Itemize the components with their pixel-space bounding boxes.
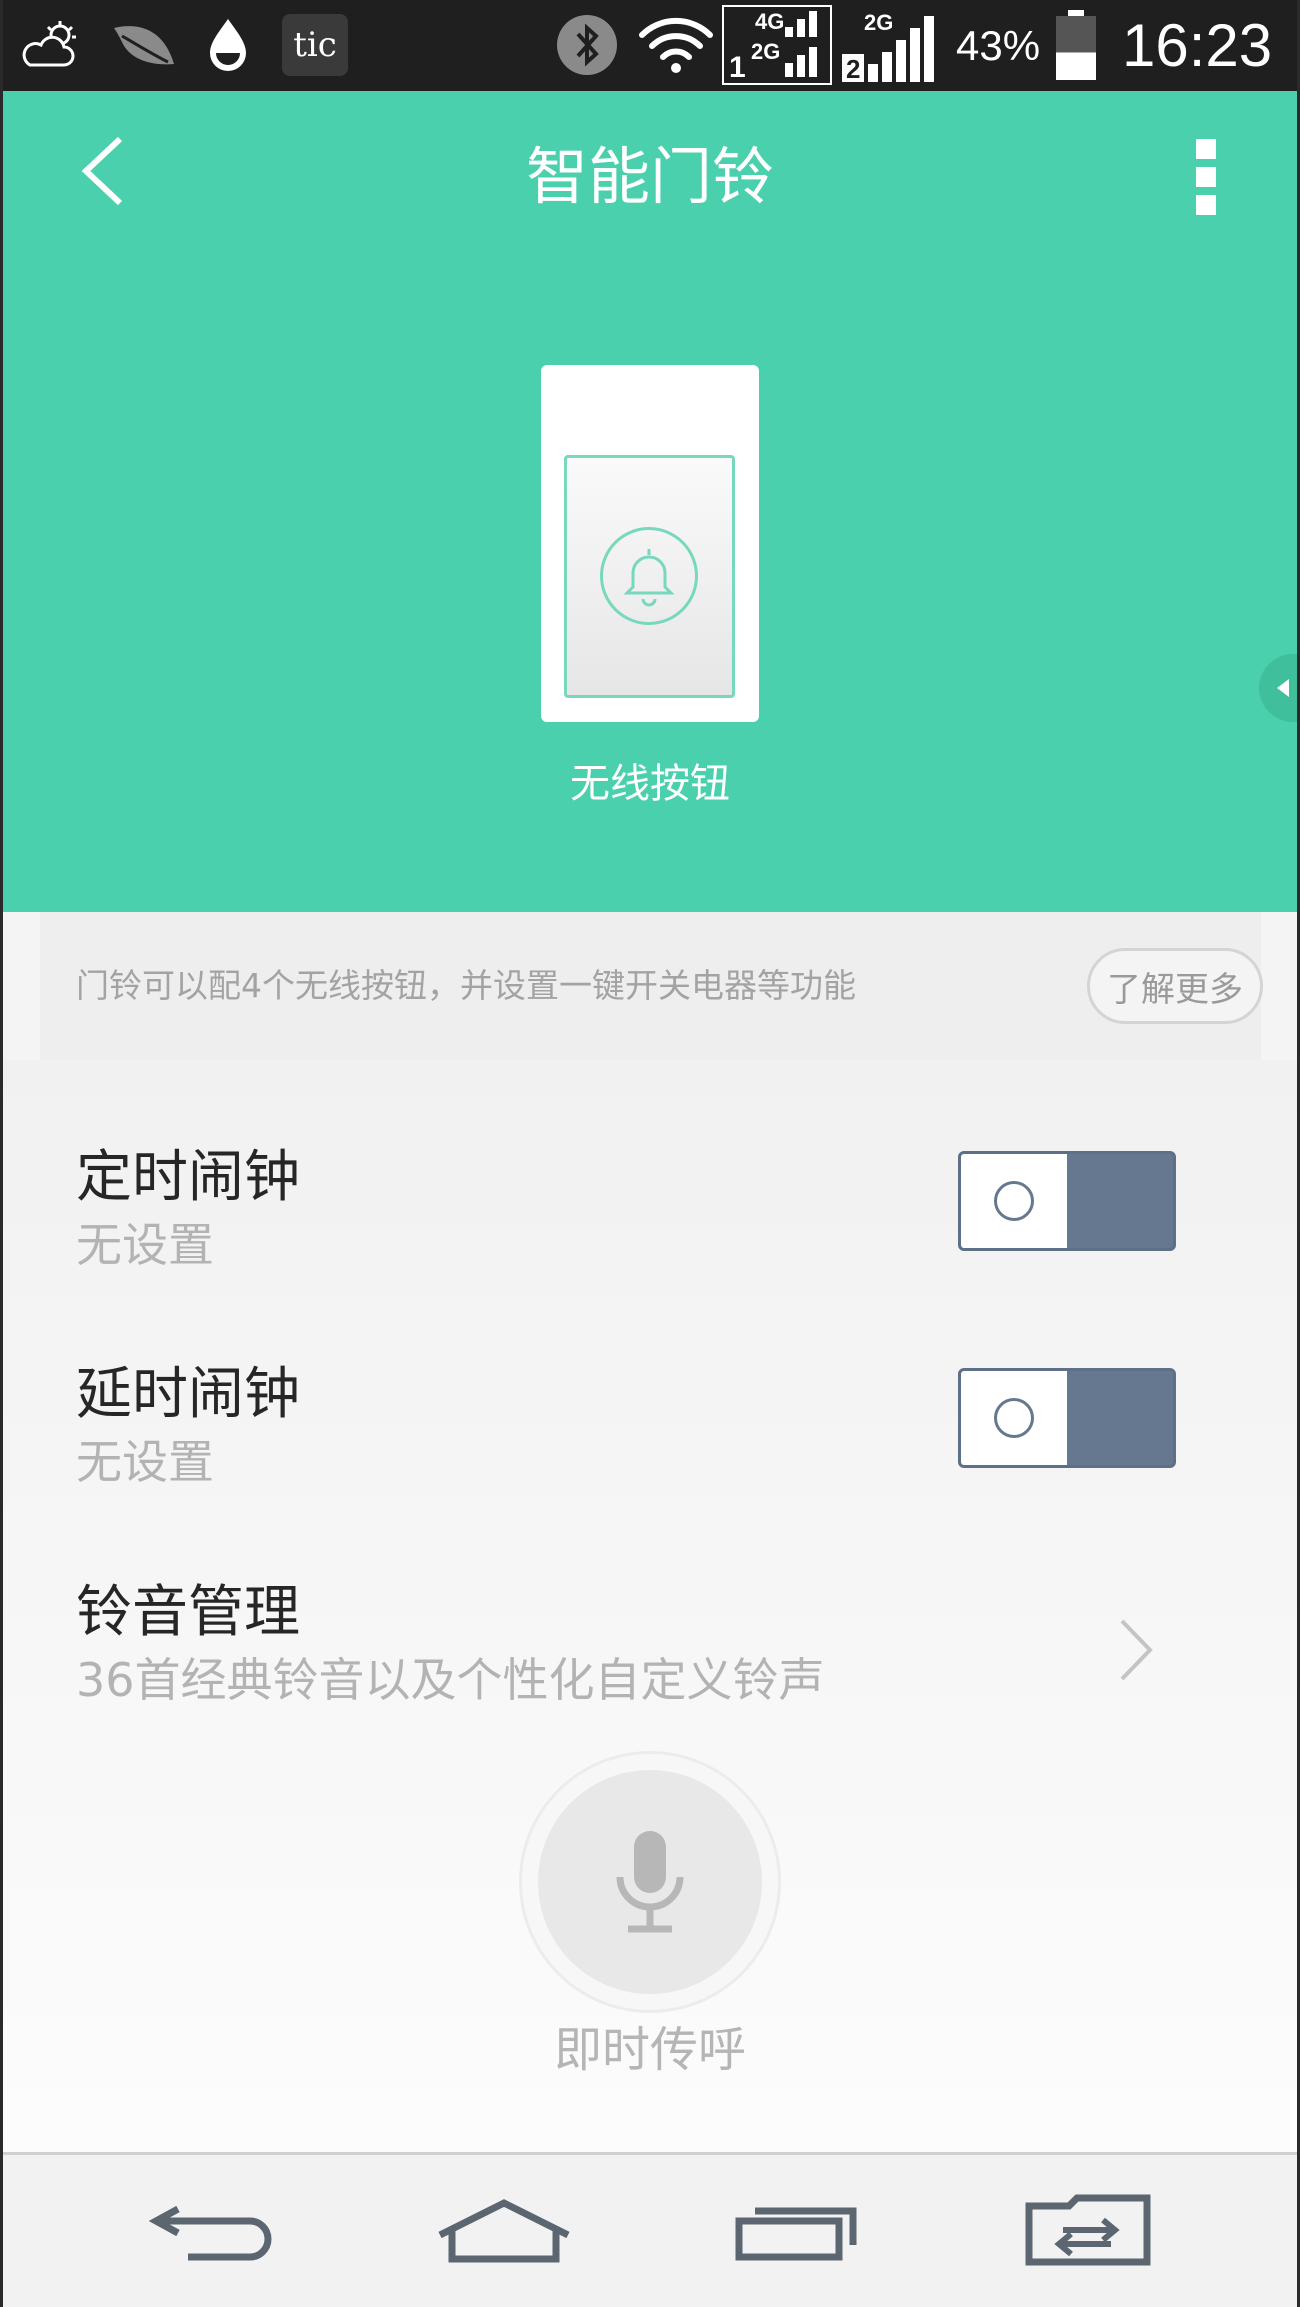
timer-alarm-row[interactable]: 定时闹钟 无设置	[0, 1140, 1300, 1340]
intercom-button[interactable]	[519, 1751, 781, 2013]
sim2-signal-icon: 2G 2	[840, 8, 940, 84]
ringtone-row[interactable]: 铃音管理 36首经典铃音以及个性化自定义铃声	[0, 1575, 1300, 1775]
system-nav-bar	[0, 2152, 1300, 2307]
delay-alarm-toggle[interactable]	[958, 1368, 1176, 1468]
delay-alarm-subtitle: 无设置	[76, 1435, 214, 1489]
sim1-4g-label: 4G	[755, 9, 784, 34]
water-drop-icon	[200, 14, 256, 76]
toggle-knob	[961, 1371, 1067, 1465]
delay-alarm-title: 延时闹钟	[76, 1362, 300, 1427]
more-options-button[interactable]	[1188, 139, 1224, 215]
device-label: 无线按钮	[570, 761, 730, 807]
wifi-icon	[636, 14, 716, 76]
chevron-right-icon	[1120, 1619, 1153, 1681]
recents-icon[interactable]	[726, 2185, 866, 2275]
wireless-button-device[interactable]	[541, 365, 759, 722]
sim2-2g-label: 2G	[864, 10, 893, 35]
battery-icon	[1052, 10, 1100, 82]
timer-alarm-subtitle: 无设置	[76, 1218, 214, 1272]
info-banner: 门铃可以配4个无线按钮，并设置一键开关电器等功能 了解更多	[40, 912, 1263, 1060]
delay-alarm-row[interactable]: 延时闹钟 无设置	[0, 1357, 1300, 1557]
weather-cloud-icon	[18, 14, 84, 76]
intercom-label: 即时传呼	[553, 2022, 746, 2078]
microphone-icon	[538, 1770, 762, 1994]
side-drawer-handle[interactable]	[1259, 654, 1300, 722]
leaf-icon	[108, 14, 180, 76]
home-icon[interactable]	[434, 2185, 574, 2275]
sim1-2g-label: 2G	[751, 39, 780, 64]
frame-border-left	[0, 0, 3, 2307]
page-title: 智能门铃	[525, 140, 774, 213]
learn-more-button[interactable]: 了解更多	[1087, 948, 1263, 1024]
sim2-number: 2	[846, 54, 860, 84]
clock: 16:23	[1122, 12, 1273, 79]
device-panel	[564, 455, 735, 698]
app-header: 智能门铃 无线按钮	[0, 91, 1300, 912]
toggle-knob	[961, 1154, 1067, 1248]
info-text: 门铃可以配4个无线按钮，并设置一键开关电器等功能	[76, 966, 856, 1005]
bluetooth-icon	[554, 14, 620, 76]
battery-percent: 43%	[956, 21, 1041, 69]
sim1-number: 1	[729, 51, 746, 83]
timer-alarm-toggle[interactable]	[958, 1151, 1176, 1251]
tic-app-icon: tic	[282, 14, 348, 76]
caret-left-icon	[1277, 679, 1289, 697]
sim1-signal-icon: 4G 2G 1	[722, 5, 832, 85]
back-icon[interactable]	[143, 2185, 283, 2275]
status-bar: tic 4G 2G 1 2G 2 43% 16:23	[0, 0, 1300, 91]
timer-alarm-title: 定时闹钟	[76, 1145, 300, 1210]
ringtone-subtitle: 36首经典铃音以及个性化自定义铃声	[76, 1653, 825, 1707]
dual-window-icon[interactable]	[1018, 2185, 1158, 2275]
tic-app-label: tic	[293, 25, 337, 65]
ringtone-title: 铃音管理	[76, 1580, 300, 1645]
bell-icon	[600, 527, 698, 625]
